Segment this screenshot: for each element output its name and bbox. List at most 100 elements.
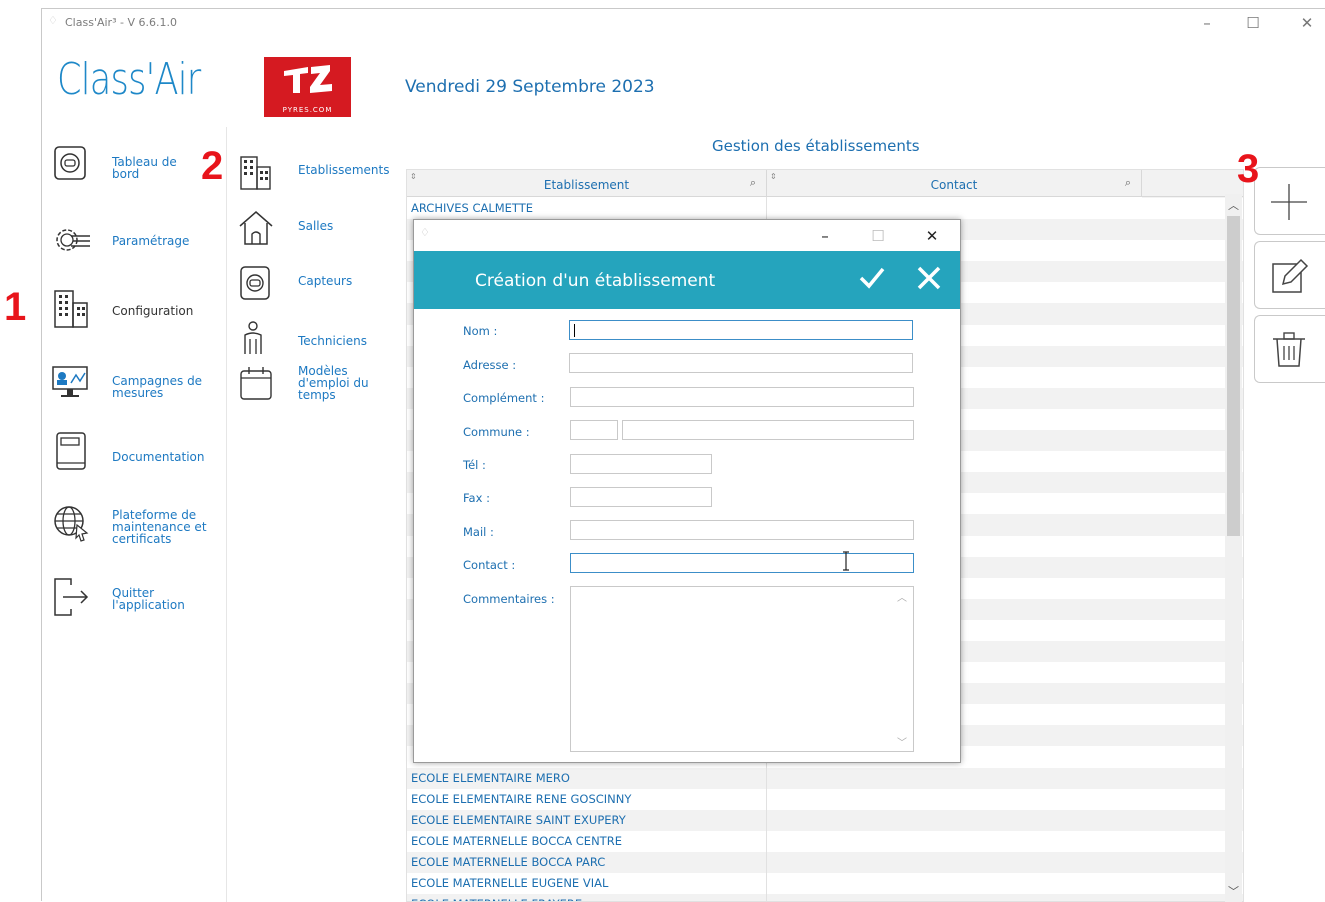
nav-label-documentation: Documentation [112,450,205,464]
add-button[interactable] [1254,167,1325,235]
commentaires-textarea[interactable]: ︿ ﹀ [570,586,914,752]
adresse-input[interactable] [569,353,913,373]
complement-input[interactable] [570,387,914,407]
annotation-2: 2 [201,144,224,188]
table-row[interactable]: ARCHIVES CALMETTE [407,198,1243,220]
subnav-label-techniciens: Techniciens [298,334,367,348]
label-fax: Fax : [463,491,490,505]
brand-mark-icon [284,65,332,93]
grid-header: ⇕ Etablissement ⌕ ⇕ Contact ⌕ [407,170,1243,197]
dialog-maximize-button[interactable]: ☐ [865,225,891,247]
window-title: Class'Air³ - V 6.6.1.0 [65,16,177,29]
nav-item-maintenance[interactable]: Plateforme de maintenance et certificats [51,503,231,548]
grid-scrollbar[interactable]: ︿ ﹀ [1225,194,1242,902]
app-logo: Class'Air [57,54,201,105]
calendar-icon [240,367,272,400]
close-button[interactable]: ✕ [1292,13,1322,33]
column-header-contact[interactable]: ⇕ Contact ⌕ [767,170,1142,197]
table-row[interactable]: ECOLE ELEMENTAIRE SAINT EXUPERY [407,809,1243,831]
cell-etablissement: ECOLE ELEMENTAIRE MERO [411,770,570,785]
create-establishment-dialog: ♢ – ☐ ✕ Création d'un établissement Nom … [413,219,961,763]
scroll-up-icon[interactable]: ︿ [897,589,907,604]
sort-icon[interactable]: ⇕ [410,170,417,192]
commune-input[interactable] [622,420,914,440]
subnav-item-salles[interactable]: Salles [238,210,398,255]
current-date: Vendredi 29 Septembre 2023 [405,77,655,97]
trash-icon [1273,332,1305,367]
subnav-item-techniciens[interactable]: Techniciens [238,320,398,365]
dialog-close-button[interactable]: ✕ [919,225,945,247]
minimize-button[interactable]: – [1192,13,1222,33]
maximize-button[interactable]: ☐ [1238,13,1268,33]
cell-etablissement: ECOLE MATERNELLE FRAYERE [411,897,582,901]
exit-icon [54,578,89,616]
cell-etablissement: ECOLE MATERNELLE BOCCA CENTRE [411,833,622,848]
annotation-3: 3 [1237,147,1260,191]
cancel-x-icon[interactable] [914,263,944,293]
scroll-down-icon[interactable]: ﹀ [1228,883,1239,899]
scroll-thumb[interactable] [1227,216,1240,536]
text-cursor-icon [843,551,849,571]
nav-item-quit[interactable]: Quitter l'application [51,577,231,622]
label-nom: Nom : [463,324,498,338]
subnav-item-modeles[interactable]: Modèles d'emploi du temps [238,365,398,410]
dialog-title-bar: ♢ – ☐ ✕ [414,220,960,251]
scroll-up-icon[interactable]: ︿ [1228,197,1239,213]
subnav-label-capteurs: Capteurs [298,274,353,288]
nav-item-settings[interactable]: Paramétrage [51,220,231,265]
subnav-item-capteurs[interactable]: Capteurs [238,265,398,310]
house-icon [239,211,273,245]
column-header-etablissement[interactable]: ⇕ Etablissement ⌕ [407,170,767,197]
text-caret [574,324,575,337]
dialog-title: Création d'un établissement [475,271,716,291]
contact-input[interactable] [570,553,914,573]
person-icon [244,321,262,354]
table-row[interactable]: ECOLE ELEMENTAIRE RENE GOSCINNY [407,788,1243,810]
cell-etablissement: ECOLE ELEMENTAIRE RENE GOSCINNY [411,791,632,806]
edit-button[interactable] [1254,241,1325,309]
table-row[interactable]: ECOLE MATERNELLE EUGENE VIAL [407,873,1243,895]
sort-icon[interactable]: ⇕ [770,170,777,192]
search-icon[interactable]: ⌕ [750,170,756,198]
table-row[interactable]: ECOLE ELEMENTAIRE MERO [407,767,1243,789]
dashboard-icon [54,146,86,180]
dialog-header: Création d'un établissement [414,251,960,309]
tel-input[interactable] [570,454,712,474]
app-icon: ♢ [48,14,58,27]
cell-etablissement: ARCHIVES CALMETTE [411,201,534,215]
edit-icon [1272,258,1309,293]
label-commentaires: Commentaires : [463,592,555,606]
subnav-item-etablissements[interactable]: Etablissements [238,155,398,200]
grid-title: Gestion des établissements [712,137,920,155]
nom-input[interactable] [569,320,913,340]
search-icon[interactable]: ⌕ [1125,170,1131,198]
column-label: Etablissement [543,178,630,192]
nav-label-quit: Quitter l'application [112,586,185,612]
gear-icon [56,229,90,251]
cell-etablissement: ECOLE ELEMENTAIRE SAINT EXUPERY [411,812,626,827]
nav-item-campaigns[interactable]: Campagnes de mesures [51,361,231,406]
table-row[interactable]: ECOLE MATERNELLE BOCCA CENTRE [407,830,1243,852]
dialog-app-icon: ♢ [420,226,430,239]
cell-etablissement: ECOLE MATERNELLE EUGENE VIAL [411,876,609,890]
building-icon [54,290,88,328]
nav-item-configuration[interactable]: Configuration [51,289,231,334]
fax-input[interactable] [570,487,712,507]
brand-label: PYRES.COM [282,106,333,114]
postal-code-input[interactable] [570,420,618,440]
mail-input[interactable] [570,520,914,540]
nav-label-maintenance: Plateforme de maintenance et certificats [112,508,207,546]
dialog-minimize-button[interactable]: – [812,225,838,247]
label-tel: Tél : [463,458,486,472]
label-complement: Complément : [463,391,545,405]
delete-button[interactable] [1254,315,1325,383]
scroll-down-icon[interactable]: ﹀ [897,734,907,749]
nav-item-documentation[interactable]: Documentation [51,431,231,476]
nav-label-configuration: Configuration [112,304,194,318]
book-icon [56,432,86,470]
table-row[interactable]: ECOLE MATERNELLE BOCCA PARC [407,851,1243,873]
building-icon [240,156,271,190]
validate-check-icon[interactable] [857,263,887,293]
nav-label-dashboard: Tableau de bord [112,155,177,181]
cell-etablissement: ECOLE MATERNELLE BOCCA PARC [411,854,606,869]
